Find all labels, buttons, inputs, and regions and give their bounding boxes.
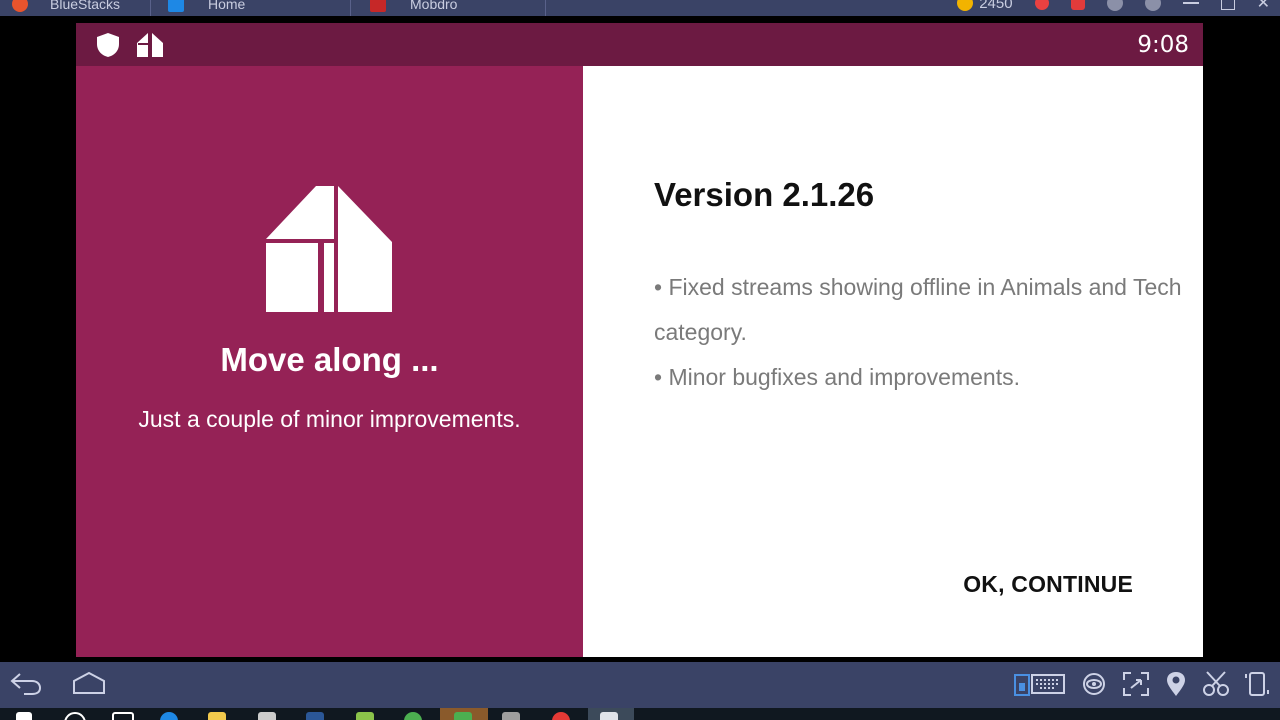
tab-mobdro[interactable]: Mobdro xyxy=(370,0,457,15)
back-icon[interactable] xyxy=(10,670,42,696)
coins-value: 2450 xyxy=(979,0,1013,12)
mobdro-logo xyxy=(266,186,392,312)
eye-icon[interactable] xyxy=(1080,671,1108,697)
minimize-icon[interactable] xyxy=(1182,2,1199,4)
version-heading: Version 2.1.26 xyxy=(654,176,875,213)
android-nav xyxy=(10,670,106,696)
task-view-icon[interactable] xyxy=(112,712,134,720)
windows-taskbar xyxy=(0,708,1280,720)
emulator-tools xyxy=(1014,670,1270,698)
app-icon[interactable] xyxy=(356,712,374,720)
mobdro-logo-icon xyxy=(137,33,163,57)
tab-separator xyxy=(545,0,546,16)
phone-rotate-icon[interactable] xyxy=(1244,670,1270,698)
alert-icon[interactable] xyxy=(1034,0,1049,10)
keyboard-icon[interactable] xyxy=(1014,671,1066,697)
changelog-item: • Fixed streams showing offline in Anima… xyxy=(654,274,1182,345)
coin-icon xyxy=(957,0,974,11)
notification-bell-icon[interactable] xyxy=(1070,0,1085,10)
coins-counter[interactable]: 2450 xyxy=(957,0,1013,12)
home-tab-icon xyxy=(168,0,184,12)
app-icon[interactable] xyxy=(454,712,472,720)
emulator-top-controls: 2450 ✕ xyxy=(957,0,1270,13)
chrome-icon[interactable] xyxy=(552,712,570,720)
settings-gear-icon[interactable] xyxy=(1144,0,1161,11)
shield-icon xyxy=(97,33,119,57)
windows-start-icon[interactable] xyxy=(16,712,32,720)
emulator-bottom-bar xyxy=(0,662,1280,708)
changelog-panel: Version 2.1.26 • Fixed streams showing o… xyxy=(583,66,1203,657)
emulator-title-bar: BlueStacks Home Mobdro 2450 ✕ xyxy=(0,0,1280,16)
maximize-icon[interactable] xyxy=(1220,0,1235,10)
close-icon[interactable]: ✕ xyxy=(1257,0,1270,13)
fullscreen-icon[interactable] xyxy=(1122,671,1150,697)
mobdro-tab-icon xyxy=(370,0,386,12)
tab-label: BlueStacks xyxy=(50,0,121,12)
update-subtitle: Just a couple of minor improvements. xyxy=(138,406,521,432)
file-explorer-icon[interactable] xyxy=(208,712,226,720)
word-icon[interactable] xyxy=(306,712,324,720)
app-icon[interactable] xyxy=(502,712,520,720)
status-bar: 9:08 xyxy=(76,23,1203,66)
update-title: Move along ... xyxy=(220,341,439,378)
tab-bluestacks[interactable]: BlueStacks xyxy=(12,0,120,15)
tab-separator xyxy=(150,0,151,16)
home-icon[interactable] xyxy=(72,671,106,695)
edge-browser-icon[interactable] xyxy=(160,712,178,720)
location-icon[interactable] xyxy=(1164,671,1188,697)
tab-home[interactable]: Home xyxy=(168,0,245,15)
search-icon[interactable] xyxy=(64,712,86,720)
ok-continue-button[interactable]: OK, CONTINUE xyxy=(963,571,1133,598)
app-icon[interactable] xyxy=(404,712,422,720)
changelog-notes: • Fixed streams showing offline in Anima… xyxy=(654,265,1184,400)
status-time: 9:08 xyxy=(1137,32,1189,58)
bluestacks-taskbar-icon[interactable] xyxy=(600,712,618,720)
bluestacks-logo-icon xyxy=(12,0,28,12)
update-info-panel: Move along ... Just a couple of minor im… xyxy=(76,66,583,657)
android-screen: 9:08 Move along ... Just a couple of min… xyxy=(76,23,1203,657)
changelog-item: • Minor bugfixes and improvements. xyxy=(654,364,1020,390)
store-icon[interactable] xyxy=(258,712,276,720)
account-icon[interactable] xyxy=(1106,0,1123,11)
status-icons xyxy=(96,32,164,58)
scissors-icon[interactable] xyxy=(1202,671,1230,697)
tab-separator xyxy=(350,0,351,16)
tab-label: Home xyxy=(208,0,246,12)
tab-label: Mobdro xyxy=(410,0,458,12)
